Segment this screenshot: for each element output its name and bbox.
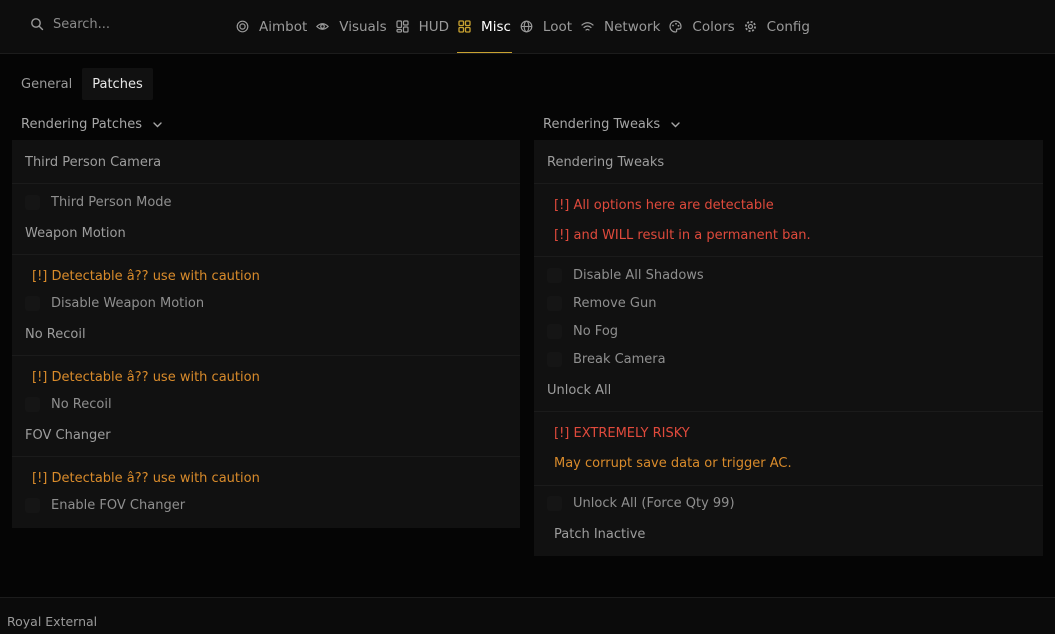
warning-text: [!] All options here are detectable (554, 198, 774, 213)
warning-text: [!] Detectable â?? use with caution (32, 471, 260, 486)
option-third-person-mode[interactable]: Third Person Mode (25, 195, 520, 210)
tab-label: HUD (418, 18, 450, 35)
option-remove-gun[interactable]: Remove Gun (547, 296, 1043, 311)
chevron-down-icon (671, 122, 680, 128)
rendering-patches-header[interactable]: Rendering Patches (21, 117, 163, 132)
globe-icon (520, 20, 533, 33)
subtab-general[interactable]: General (11, 68, 82, 100)
tab-label: Loot (542, 18, 573, 35)
tab-label: Colors (692, 18, 735, 35)
checkbox[interactable] (547, 496, 562, 511)
tab-label: Network (604, 18, 661, 35)
divider (534, 411, 1043, 412)
eye-icon (316, 23, 330, 30)
main-nav: Aimbot Visuals HUD Misc Loot Network Col… (236, 0, 819, 54)
option-label: No Recoil (51, 397, 112, 412)
apps-grid-icon (458, 20, 471, 33)
tab-label: Visuals (339, 18, 387, 35)
checkbox[interactable] (25, 397, 40, 412)
search-input[interactable] (53, 16, 213, 32)
panel-title: Third Person Camera (25, 155, 162, 170)
warning-text: [!] EXTREMELY RISKY (554, 426, 690, 441)
divider (12, 183, 520, 184)
app-name: Royal External (7, 614, 98, 629)
checkbox[interactable] (25, 498, 40, 513)
warning-text: [!] Detectable â?? use with caution (32, 269, 260, 284)
tab-loot[interactable]: Loot (520, 0, 572, 53)
rendering-tweaks-header[interactable]: Rendering Tweaks (543, 117, 681, 132)
option-label: Third Person Mode (51, 195, 172, 210)
tab-label: Config (766, 18, 810, 35)
warning-text: [!] and WILL result in a permanent ban. (554, 228, 811, 243)
target-icon (236, 20, 249, 33)
option-disable-all-shadows[interactable]: Disable All Shadows (547, 268, 1043, 283)
option-no-recoil[interactable]: No Recoil (25, 397, 520, 412)
section-title: Rendering Patches (21, 117, 142, 132)
option-label: Enable FOV Changer (51, 498, 186, 513)
option-label: Disable Weapon Motion (51, 296, 205, 311)
divider (12, 456, 520, 457)
group-title-weapon-motion: Weapon Motion (25, 226, 126, 241)
option-label: Break Camera (573, 352, 666, 367)
group-title-unlock-all: Unlock All (547, 383, 612, 398)
option-no-fog[interactable]: No Fog (547, 324, 1043, 339)
divider (534, 183, 1043, 184)
tab-config[interactable]: Config (744, 0, 810, 53)
warning-text: [!] Detectable â?? use with caution (32, 370, 260, 385)
option-enable-fov-changer[interactable]: Enable FOV Changer (25, 498, 520, 513)
group-title-fov-changer: FOV Changer (25, 428, 111, 443)
checkbox[interactable] (547, 296, 562, 311)
tab-colors[interactable]: Colors (669, 0, 735, 53)
tab-hud[interactable]: HUD (396, 0, 449, 53)
divider (534, 485, 1043, 486)
option-unlock-all-force-qty[interactable]: Unlock All (Force Qty 99) (547, 496, 1043, 511)
tab-network[interactable]: Network (581, 0, 660, 53)
tab-label: Misc (481, 18, 511, 35)
option-label: Remove Gun (573, 296, 657, 311)
checkbox[interactable] (547, 352, 562, 367)
divider (534, 256, 1043, 257)
gear-icon (744, 21, 756, 32)
warning-text: May corrupt save data or trigger AC. (554, 456, 792, 471)
search-icon (31, 18, 44, 31)
sub-tabs: General Patches (11, 68, 153, 100)
search-box[interactable] (22, 10, 222, 38)
section-title: Rendering Tweaks (543, 117, 661, 132)
group-title-no-recoil: No Recoil (25, 327, 86, 342)
tab-label: Aimbot (259, 18, 308, 35)
hud-grid-icon (396, 20, 409, 33)
option-label: Disable All Shadows (573, 268, 704, 283)
divider (12, 254, 520, 255)
tab-visuals[interactable]: Visuals (316, 0, 387, 53)
subtab-patches[interactable]: Patches (82, 68, 153, 100)
wifi-icon (581, 22, 594, 31)
palette-icon (669, 20, 682, 33)
option-disable-weapon-motion[interactable]: Disable Weapon Motion (25, 296, 520, 311)
checkbox[interactable] (547, 324, 562, 339)
option-break-camera[interactable]: Break Camera (547, 352, 1043, 367)
checkbox[interactable] (25, 195, 40, 210)
footer-bar: Royal External (0, 597, 1055, 634)
checkbox[interactable] (25, 296, 40, 311)
checkbox[interactable] (547, 268, 562, 283)
rendering-tweaks-panel: Rendering Tweaks [!] All options here ar… (534, 140, 1043, 556)
top-bar: Aimbot Visuals HUD M (0, 0, 1055, 54)
third-person-camera-panel: Third Person Camera Third Person Mode We… (12, 140, 520, 528)
panel-title: Rendering Tweaks (547, 155, 665, 170)
tab-aimbot[interactable]: Aimbot (236, 0, 307, 53)
option-label: Unlock All (Force Qty 99) (573, 496, 735, 511)
chevron-down-icon (153, 122, 162, 128)
patch-status: Patch Inactive (554, 527, 646, 542)
divider (12, 355, 520, 356)
option-label: No Fog (573, 324, 619, 339)
tab-misc[interactable]: Misc (457, 0, 512, 53)
